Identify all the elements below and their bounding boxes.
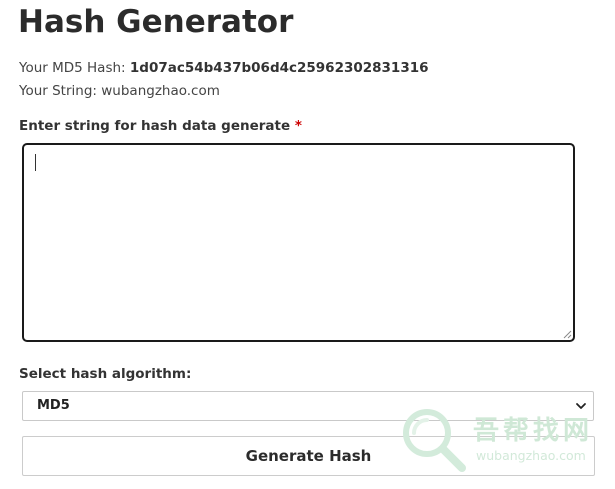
string-result-label: Your String: [19,83,97,99]
string-result-value: wubangzhao.com [101,83,220,99]
hash-result-value: 1d07ac54b437b06d4c25962302831316 [129,60,429,76]
string-result-line: Your String: wubangzhao.com [19,82,220,100]
input-field-label: Enter string for hash data generate * [19,117,302,135]
page-title: Hash Generator [18,4,294,40]
string-input-textarea[interactable] [22,143,575,342]
chevron-down-icon [576,403,586,409]
algorithm-selected-value: MD5 [37,398,70,413]
generate-hash-button[interactable]: Generate Hash [22,436,595,476]
input-field-label-text: Enter string for hash data generate [19,118,291,134]
algorithm-select[interactable]: MD5 [22,391,594,421]
algorithm-field-label: Select hash algorithm: [19,366,192,382]
resize-grip-icon[interactable] [563,330,572,339]
hash-result-line: Your MD5 Hash: 1d07ac54b437b06d4c2596230… [19,59,429,77]
required-marker: * [294,118,302,134]
text-caret [35,154,36,171]
hash-generator-page: Hash Generator Your MD5 Hash: 1d07ac54b4… [0,0,615,489]
hash-result-label: Your MD5 Hash: [19,60,126,76]
